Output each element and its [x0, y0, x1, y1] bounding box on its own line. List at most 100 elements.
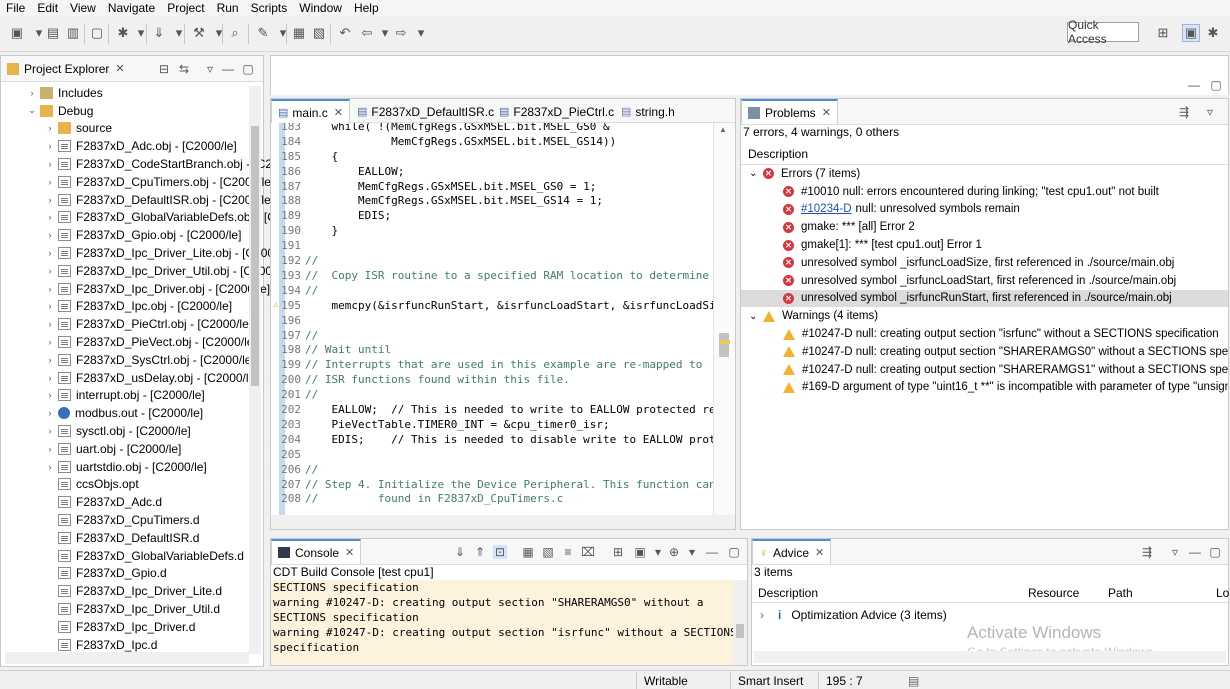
ccs-debug-perspective-icon[interactable]: ✱ [1204, 24, 1222, 42]
tree-item[interactable]: › modbus.out - [C2000/le] [1, 404, 204, 422]
last-edit-icon[interactable]: ↶ [336, 24, 354, 42]
tree-item[interactable]: › uartstdio.obj - [C2000/le] [1, 458, 207, 476]
annotation-icon[interactable]: ▦ [290, 24, 308, 42]
terminal-icon[interactable]: ▢ [88, 24, 106, 42]
code-text-area[interactable]: 183 while( !(MemCfgRegs.GSxMSEL.bit.MSEL… [271, 123, 713, 515]
save-all-icon[interactable]: ▥ [64, 24, 82, 42]
error-code-link[interactable]: #10234-D [801, 203, 852, 215]
expand-arrow-icon[interactable]: › [45, 123, 55, 133]
editor-scrollbar[interactable]: ▲ [713, 123, 735, 515]
tree-item[interactable]: F2837xD_Ipc_Driver_Lite.d [1, 582, 222, 600]
expand-arrow-icon[interactable]: › [760, 608, 772, 622]
close-icon[interactable]: ✕ [822, 106, 831, 119]
pin-console-icon[interactable]: ⊞ [611, 545, 625, 559]
warning-row[interactable]: #10247-D null: creating output section "… [741, 325, 1228, 343]
focus-icon[interactable]: ⇶ [1140, 545, 1154, 559]
warning-row[interactable]: #169-D argument of type "uint16_t **" is… [741, 379, 1228, 397]
tab-main-c[interactable]: ▤ main.c ✕ [271, 99, 350, 124]
console-output[interactable]: SECTIONS specification warning #10247-D: … [271, 580, 733, 665]
maximize-icon[interactable]: ▢ [241, 62, 255, 76]
minimize-icon[interactable]: — [221, 62, 235, 76]
tab-problems[interactable]: Problems ✕ [741, 99, 838, 124]
tree-item[interactable]: ⌄ Debug [1, 102, 93, 120]
tree-item[interactable]: F2837xD_Adc.d [1, 493, 162, 511]
new-console-icon[interactable]: ⊕ [667, 545, 681, 559]
build-hammer-icon[interactable]: ⚒ [190, 24, 208, 42]
tree-item[interactable]: F2837xD_Ipc.d [1, 636, 157, 654]
expand-arrow-icon[interactable]: › [45, 355, 55, 365]
errors-group[interactable]: ⌄ ✕ Errors (7 items) [741, 165, 1228, 183]
open-perspective-icon[interactable]: ⊞ [1154, 24, 1172, 42]
error-row[interactable]: ✕ unresolved symbol _isrfuncRunStart, fir… [741, 289, 1228, 308]
close-icon[interactable]: ✕ [345, 546, 354, 559]
debug-icon[interactable]: ✱ [114, 24, 132, 42]
expand-arrow-icon[interactable]: › [45, 444, 55, 454]
maximize-icon[interactable]: ▢ [727, 545, 741, 559]
tree-item[interactable]: › F2837xD_GlobalVariableDefs.obj - [C [1, 209, 276, 227]
tree-item[interactable]: › F2837xD_CpuTimers.obj - [C2000/le] [1, 173, 275, 191]
expand-arrow-icon[interactable]: › [45, 177, 55, 187]
expand-arrow-icon[interactable]: › [45, 212, 55, 222]
close-icon[interactable]: ✕ [334, 106, 343, 119]
tree-item[interactable]: › Includes [1, 84, 103, 102]
display-console-icon[interactable]: ▣ [633, 545, 647, 559]
tree-item[interactable]: F2837xD_Gpio.d [1, 565, 167, 583]
word-wrap-icon[interactable]: ≡ [561, 545, 575, 559]
warning-marker-icon[interactable] [720, 340, 730, 344]
view-menu-icon[interactable]: ▿ [1203, 105, 1217, 119]
description-column-header[interactable]: Description [741, 143, 1228, 165]
flash-icon[interactable]: ⇓ [150, 24, 168, 42]
save-icon[interactable]: ▤ [44, 24, 62, 42]
expand-arrow-icon[interactable]: › [45, 426, 55, 436]
tree-item[interactable]: › F2837xD_Ipc_Driver_Lite.obj - [C200( [1, 244, 279, 262]
error-row[interactable]: ✕ unresolved symbol _isrfuncLoadStart, fi… [741, 272, 1228, 290]
collapse-arrow-icon[interactable]: ⌄ [749, 311, 763, 322]
tree-item[interactable]: › sysctl.obj - [C2000/le] [1, 422, 191, 440]
expand-arrow-icon[interactable]: › [45, 462, 55, 472]
column-description[interactable]: Description [758, 586, 818, 600]
expand-arrow-icon[interactable]: › [45, 337, 55, 347]
tool-icon[interactable]: ✎ [254, 24, 272, 42]
view-menu-icon[interactable]: ▿ [203, 62, 217, 76]
tree-item[interactable]: › F2837xD_Gpio.obj - [C2000/le] [1, 226, 242, 244]
console-scrollbar[interactable] [733, 580, 747, 665]
view-menu-icon[interactable]: ▿ [1168, 545, 1182, 559]
new-icon[interactable]: ▣ [8, 24, 26, 42]
error-row[interactable]: ✕ #10234-D null: unresolved symbols remain [741, 201, 1228, 219]
expand-arrow-icon[interactable]: › [45, 266, 55, 276]
focus-icon[interactable]: ⇶ [1177, 105, 1191, 119]
tab-advice[interactable]: ♀ Advice ✕ [752, 539, 832, 564]
expand-arrow-icon[interactable]: › [45, 319, 55, 329]
tree-item[interactable]: › F2837xD_usDelay.obj - [C2000/le] [1, 369, 259, 387]
expand-arrow-icon[interactable]: › [45, 230, 55, 240]
scroll-down-icon[interactable]: ⇓ [453, 545, 467, 559]
editor-horizontal-scrollbar[interactable] [271, 515, 735, 529]
expand-arrow-icon[interactable]: › [45, 141, 55, 151]
column-location[interactable]: Lo [1216, 586, 1229, 600]
clear-console-icon[interactable]: ⌧ [581, 545, 595, 559]
menu-view[interactable]: View [64, 1, 102, 15]
quick-access-field[interactable]: Quick Access [1067, 18, 1139, 46]
expand-arrow-icon[interactable]: › [45, 390, 55, 400]
maximize-icon[interactable]: ▢ [1209, 78, 1223, 92]
column-path[interactable]: Path [1108, 586, 1133, 600]
advice-row[interactable]: › i Optimization Advice (3 items) [752, 606, 1228, 624]
expand-arrow-icon[interactable]: › [45, 301, 55, 311]
forward-icon[interactable]: ⇨ [392, 24, 410, 42]
menu-project[interactable]: Project [161, 1, 210, 15]
expand-arrow-icon[interactable]: › [45, 248, 55, 258]
warnings-group[interactable]: ⌄ Warnings (4 items) [741, 307, 1228, 325]
expand-arrow-icon[interactable]: ⌄ [27, 105, 37, 116]
tab-string-h[interactable]: ▤ string.h [615, 99, 681, 124]
expand-arrow-icon[interactable]: › [45, 284, 55, 294]
scroll-lock-icon[interactable]: ⊡ [493, 545, 507, 559]
explorer-scrollbar[interactable] [249, 86, 261, 654]
tree-item[interactable]: › F2837xD_SysCtrl.obj - [C2000/le] [1, 351, 255, 369]
tree-item[interactable]: › F2837xD_Adc.obj - [C2000/le] [1, 137, 237, 155]
warning-row[interactable]: #10247-D null: creating output section "… [741, 361, 1228, 379]
dropdown-icon[interactable]: ▾ [132, 24, 150, 42]
collapse-all-icon[interactable]: ⊟ [157, 62, 171, 76]
expand-arrow-icon[interactable]: › [27, 88, 37, 98]
tree-item[interactable]: › F2837xD_Ipc_Driver_Util.obj - [C200( [1, 262, 277, 280]
error-row[interactable]: ✕ gmake[1]: *** [test cpu1.out] Error 1 [741, 236, 1228, 254]
